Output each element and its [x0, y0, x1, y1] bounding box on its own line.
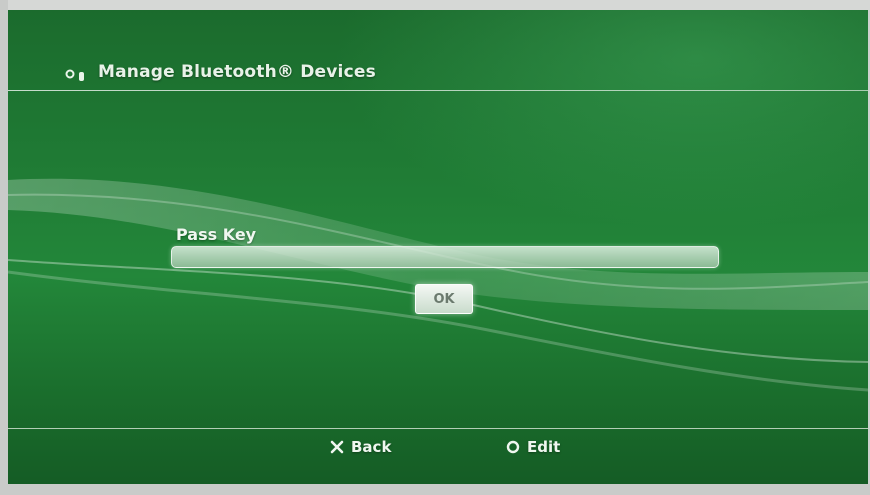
ps3-screen: Manage Bluetooth® Devices Pass Key OK Ba…: [8, 10, 868, 494]
circle-icon: [506, 440, 520, 454]
back-button[interactable]: Back: [330, 436, 391, 458]
display-bezel-left: [0, 0, 8, 495]
display-bezel-top: [0, 0, 870, 10]
back-label: Back: [351, 438, 392, 456]
pass-key-input[interactable]: [171, 246, 719, 268]
edit-label: Edit: [527, 438, 561, 456]
display-bezel-bottom: [0, 484, 870, 495]
page-title: Manage Bluetooth® Devices: [98, 62, 376, 82]
cross-icon: [330, 440, 344, 454]
pass-key-label: Pass Key: [176, 225, 257, 244]
edit-button[interactable]: Edit: [506, 436, 560, 458]
footer-divider: [8, 428, 868, 429]
bluetooth-devices-icon: [64, 66, 90, 84]
header-divider: [8, 90, 868, 91]
ok-button[interactable]: OK: [415, 284, 473, 314]
